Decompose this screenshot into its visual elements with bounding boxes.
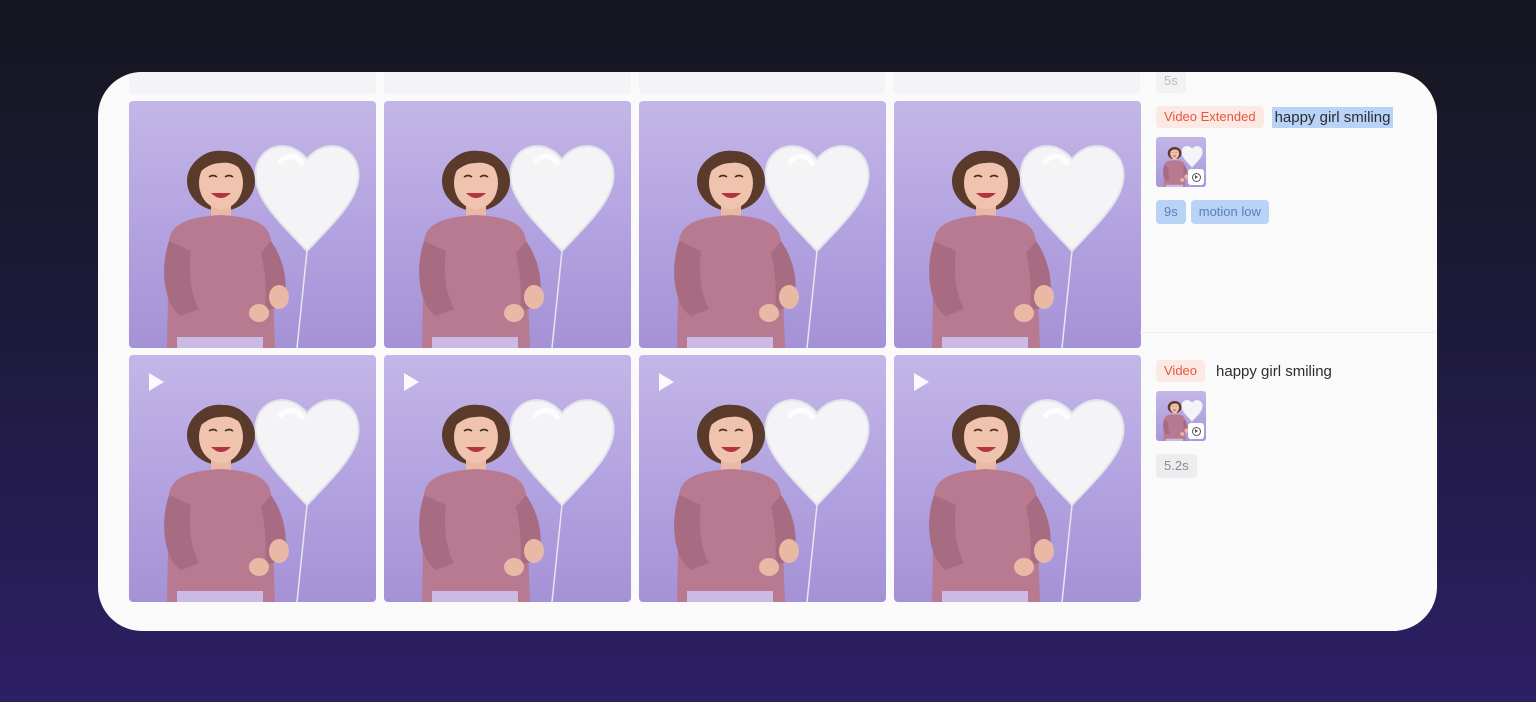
previous-row-strip [129,72,1140,94]
video-tile-2[interactable] [384,355,631,602]
type-badge: Video Extended [1156,106,1264,128]
history-panel: 5s Video Extended happy girl smiling 9s … [98,72,1437,631]
play-icon[interactable] [659,373,674,391]
result-tile-4[interactable] [894,101,1141,348]
entry-info-video: Video happy girl smiling 5.2s [1140,355,1437,602]
motion-chip[interactable]: motion low [1190,200,1269,224]
result-grid [129,101,1141,602]
play-circle-icon[interactable] [1188,169,1204,185]
entry-info-extended: Video Extended happy girl smiling 9s mot… [1140,101,1437,333]
source-thumbnail[interactable] [1156,391,1206,441]
result-tile-3[interactable] [639,101,886,348]
video-tile-3[interactable] [639,355,886,602]
result-tile-2[interactable] [384,101,631,348]
video-tile-1[interactable] [129,355,376,602]
source-thumbnail[interactable] [1156,137,1206,187]
prompt-text[interactable]: happy girl smiling [1213,361,1335,382]
result-tile-1[interactable] [129,101,376,348]
play-icon[interactable] [914,373,929,391]
play-circle-icon[interactable] [1188,423,1204,439]
type-badge: Video [1156,360,1206,382]
play-icon[interactable] [149,373,164,391]
duration-chip[interactable]: 5.2s [1156,454,1197,478]
prompt-text[interactable]: happy girl smiling [1271,106,1394,128]
previous-entry-info: 5s [1156,72,1186,93]
duration-chip[interactable]: 9s [1156,200,1186,224]
play-icon[interactable] [404,373,419,391]
video-tile-4[interactable] [894,355,1141,602]
previous-duration-chip: 5s [1156,72,1186,93]
